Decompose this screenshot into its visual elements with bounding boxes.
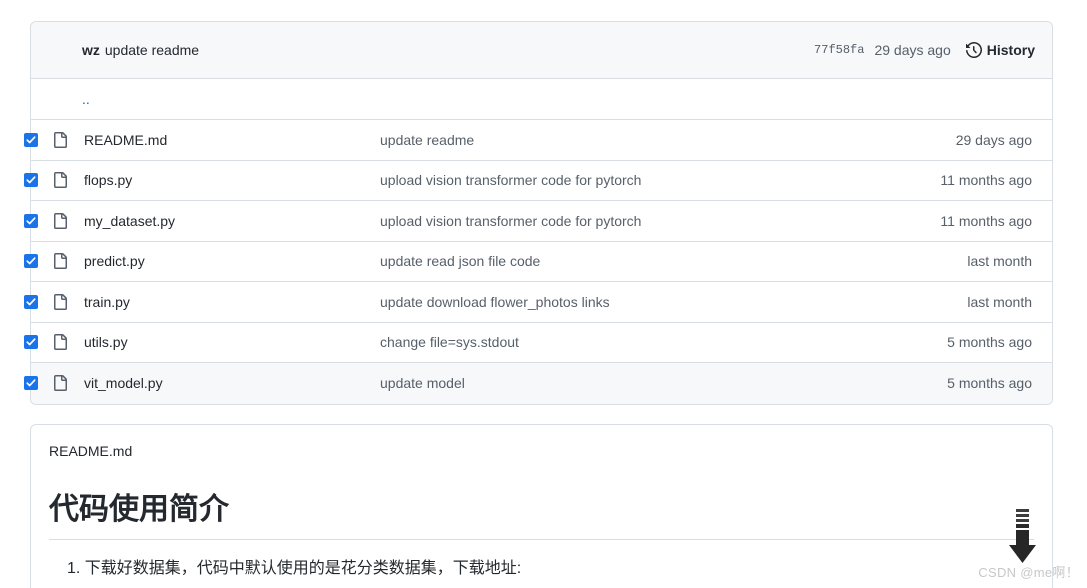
file-icon <box>52 334 84 351</box>
file-icon <box>52 293 84 310</box>
file-rows: README.md update readme 29 days ago flops.p… <box>24 120 1052 404</box>
table-row[interactable]: README.md update readme 29 days ago <box>24 120 1052 161</box>
file-icon <box>52 253 84 270</box>
file-commit-date: last month <box>967 293 1032 310</box>
table-row[interactable]: my_dataset.py upload vision transformer c… <box>24 201 1052 242</box>
list-item: 1. 下载好数据集，代码中默认使用的是花分类数据集，下载地址: <box>67 559 522 577</box>
commit-summary: wz update readme <box>82 42 814 58</box>
file-commit-date: last month <box>967 253 1032 270</box>
commit-meta: 77f58fa 29 days ago History <box>814 42 1035 58</box>
file-list-panel: wz update readme 77f58fa 29 days ago His… <box>24 21 1053 405</box>
file-commit-message[interactable]: update model <box>380 375 947 391</box>
csdn-watermark: CSDN @me啊！ <box>978 565 1079 580</box>
file-commit-date: 5 months ago <box>947 334 1032 351</box>
parent-directory-row[interactable]: .. <box>31 79 1052 120</box>
row-checkbox[interactable] <box>24 254 38 269</box>
file-icon <box>52 172 84 189</box>
file-icon <box>52 375 84 392</box>
file-commit-message[interactable]: change file=sys.stdout <box>380 334 947 350</box>
row-checkbox[interactable] <box>24 294 38 309</box>
commit-date: 29 days ago <box>874 42 951 58</box>
table-row[interactable]: utils.py change file=sys.stdout 5 months a… <box>24 323 1052 363</box>
file-name-link[interactable]: train.py <box>84 294 380 310</box>
file-commit-date: 11 months ago <box>940 212 1032 229</box>
file-commit-date: 5 months ago <box>947 375 1032 392</box>
file-name-link[interactable]: vit_model.py <box>84 375 380 391</box>
file-name-link[interactable]: utils.py <box>84 334 380 350</box>
file-commit-message[interactable]: upload vision transformer code for pytor… <box>380 172 940 188</box>
file-name-link[interactable]: my_dataset.py <box>84 213 380 229</box>
parent-directory-link[interactable]: .. <box>82 92 90 106</box>
readme-header: README.md <box>31 425 1052 461</box>
file-commit-message[interactable]: upload vision transformer code for pytor… <box>380 213 940 229</box>
file-commit-date: 11 months ago <box>940 172 1032 189</box>
readme-heading: 代码使用简介 <box>49 491 1034 540</box>
history-clock-icon <box>965 42 982 58</box>
file-name-link[interactable]: flops.py <box>84 172 380 188</box>
file-commit-message[interactable]: update read json file code <box>380 253 967 269</box>
history-button[interactable]: History <box>965 42 1035 58</box>
readme-filename: README.md <box>49 443 133 459</box>
file-name-link[interactable]: predict.py <box>84 253 380 269</box>
file-commit-message[interactable]: update download flower_photos links <box>380 294 967 310</box>
row-checkbox[interactable] <box>24 132 38 147</box>
table-row[interactable]: predict.py update read json file code last… <box>24 242 1052 282</box>
readme-ordered-list: 1. 下载好数据集，代码中默认使用的是花分类数据集，下载地址: <box>49 556 1034 582</box>
latest-commit-header: wz update readme 77f58fa 29 days ago His… <box>31 22 1052 79</box>
readme-content: 代码使用简介 1. 下载好数据集，代码中默认使用的是花分类数据集，下载地址: <box>31 461 1052 581</box>
readme-panel: README.md 代码使用简介 1. 下载好数据集，代码中默认使用的是花分类数… <box>30 424 1053 588</box>
file-icon <box>52 212 84 229</box>
row-checkbox[interactable] <box>24 213 38 228</box>
file-name-link[interactable]: README.md <box>84 132 380 148</box>
page-root: wz update readme 77f58fa 29 days ago His… <box>0 0 1087 588</box>
file-icon <box>52 131 84 148</box>
row-checkbox[interactable] <box>24 335 38 350</box>
file-commit-message[interactable]: update readme <box>380 132 956 148</box>
commit-sha[interactable]: 77f58fa <box>814 43 864 57</box>
table-row[interactable]: vit_model.py update model 5 months ago <box>24 363 1052 404</box>
table-row[interactable]: train.py update download flower_photos li… <box>24 282 1052 323</box>
row-checkbox[interactable] <box>24 376 38 391</box>
history-label: History <box>986 42 1035 58</box>
commit-author[interactable]: wz <box>82 42 100 58</box>
table-row[interactable]: flops.py upload vision transformer code f… <box>24 161 1052 201</box>
file-commit-date: 29 days ago <box>955 131 1032 148</box>
commit-message[interactable]: update readme <box>105 42 199 58</box>
row-checkbox[interactable] <box>24 173 38 188</box>
